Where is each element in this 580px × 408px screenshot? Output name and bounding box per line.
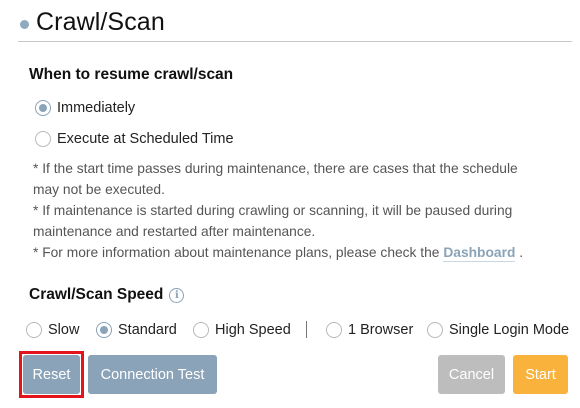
option-divider [306, 321, 307, 338]
bullet-dot-icon [20, 20, 29, 29]
dashboard-link[interactable]: Dashboard [443, 245, 516, 262]
radio-button-icon[interactable] [35, 131, 51, 147]
resume-section-title: When to resume crawl/scan [29, 66, 234, 83]
note-line: * For more information about maintenance… [33, 242, 563, 263]
radio-single-login[interactable]: Single Login Mode [427, 322, 569, 338]
radio-label: Slow [48, 322, 80, 338]
radio-button-icon[interactable] [427, 322, 443, 338]
maintenance-notes: * If the start time passes during mainte… [33, 158, 563, 263]
note-text: . [515, 245, 524, 260]
radio-immediately[interactable]: Immediately [35, 100, 135, 116]
note-line: may not be executed. [33, 182, 165, 197]
speed-title-text: Crawl/Scan Speed [29, 286, 164, 303]
radio-execute-scheduled[interactable]: Execute at Scheduled Time [35, 131, 234, 147]
radio-button-icon[interactable] [96, 322, 112, 338]
note-line: maintenance and restarted after maintena… [33, 224, 316, 239]
section-header: Crawl/Scan [18, 6, 572, 42]
radio-label: High Speed [215, 322, 291, 338]
note-line: * If maintenance is started during crawl… [33, 203, 513, 218]
radio-speed-slow[interactable]: Slow [26, 322, 79, 338]
radio-button-icon[interactable] [35, 100, 51, 116]
radio-label: Standard [118, 322, 177, 338]
radio-label: 1 Browser [348, 322, 414, 338]
radio-button-icon[interactable] [326, 322, 342, 338]
radio-button-icon[interactable] [193, 322, 209, 338]
speed-section-title: Crawl/Scan Speed i [29, 286, 185, 304]
page-title: Crawl/Scan [36, 8, 165, 36]
radio-label: Execute at Scheduled Time [57, 131, 234, 147]
cancel-button[interactable]: Cancel [438, 355, 505, 394]
radio-speed-high[interactable]: High Speed [193, 322, 291, 338]
start-button[interactable]: Start [513, 355, 568, 394]
radio-one-browser[interactable]: 1 Browser [326, 322, 413, 338]
reset-button[interactable]: Reset [23, 355, 80, 394]
note-line: * If the start time passes during mainte… [33, 161, 518, 176]
connection-test-button[interactable]: Connection Test [88, 355, 217, 394]
radio-speed-standard[interactable]: Standard [96, 322, 177, 338]
info-icon[interactable]: i [169, 288, 185, 303]
radio-label: Immediately [57, 100, 136, 116]
note-text: * For more information about maintenance… [33, 245, 444, 260]
radio-button-icon[interactable] [26, 322, 42, 338]
radio-label: Single Login Mode [449, 322, 570, 338]
